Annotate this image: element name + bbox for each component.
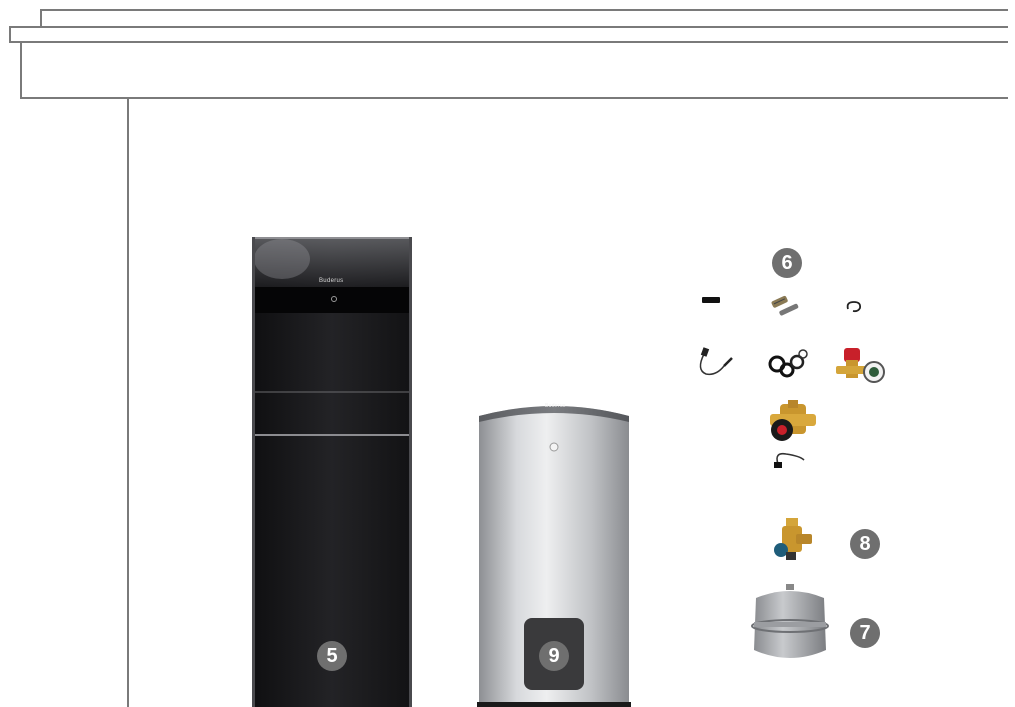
sensor-plug-icon — [702, 297, 720, 303]
cylinder-logo: Buderus — [545, 403, 566, 409]
clip-icon — [846, 301, 862, 313]
safety-group-icon — [774, 518, 812, 560]
badge-safety-group: 8 — [850, 529, 880, 559]
actuator-cable-icon — [774, 452, 805, 468]
badge-heat-pump: 5 — [317, 641, 347, 671]
heat-pump-logo: Buderus — [319, 278, 344, 284]
badge-expansion-vessel: 7 — [850, 618, 880, 648]
badge-water-cylinder: 9 — [539, 641, 569, 671]
sensor-cable-icon — [699, 347, 733, 376]
mixing-valve-icon — [770, 400, 816, 441]
o-rings-icon — [768, 349, 808, 378]
badge-accessory-kit: 6 — [772, 248, 802, 278]
safety-valve-icon — [836, 348, 885, 383]
expansion-vessel-icon — [751, 584, 829, 658]
fittings-icon — [771, 295, 799, 316]
